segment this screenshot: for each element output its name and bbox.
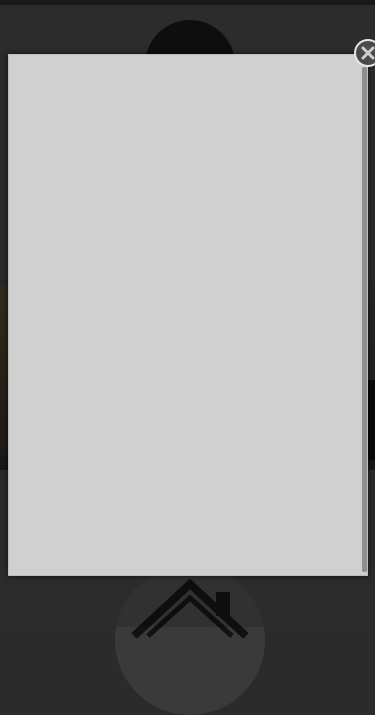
modal-scrollbar[interactable] (362, 67, 367, 572)
close-button[interactable] (354, 39, 375, 67)
close-icon (361, 46, 375, 60)
modal-dialog (8, 54, 368, 576)
